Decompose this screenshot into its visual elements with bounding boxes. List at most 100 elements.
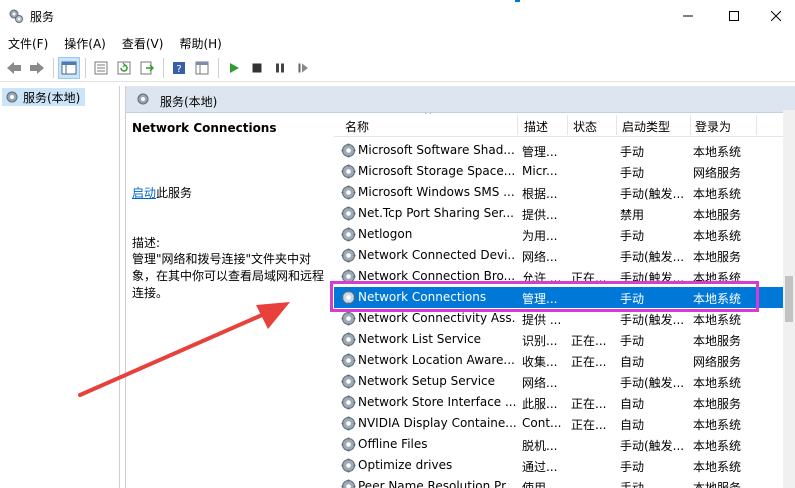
column-divider[interactable] bbox=[616, 115, 617, 135]
sort-ascending-icon: ^ bbox=[424, 113, 433, 121]
column-header-startup-type[interactable]: 启动类型 bbox=[622, 118, 670, 135]
title-bar[interactable]: 服务 bbox=[0, 0, 795, 32]
table-row[interactable]: Network Store Interface ... 此服... 正在... 自动 本… bbox=[334, 392, 795, 413]
refresh-button[interactable] bbox=[113, 57, 135, 79]
selected-service-title: Network Connections bbox=[132, 121, 277, 135]
service-log-on-as: 本地系统 bbox=[693, 292, 742, 306]
table-row[interactable]: Microsoft Software Shad... 管理... 手动 本地系统 bbox=[334, 140, 795, 161]
service-description: 允许 ... bbox=[522, 271, 562, 285]
service-log-on-as: 本地系统 bbox=[693, 313, 742, 327]
service-description: 网络... bbox=[522, 376, 558, 390]
console-tree-icon bbox=[61, 61, 77, 75]
service-description: 根据... bbox=[522, 187, 558, 201]
console-tree: 服务(本地) bbox=[0, 86, 120, 488]
services-gear-icon bbox=[137, 93, 149, 105]
maximize-button[interactable] bbox=[711, 0, 757, 32]
service-gear-icon bbox=[341, 206, 356, 221]
table-row[interactable]: Network Setup Service 网络... 手动(触发... 本地系统 bbox=[334, 371, 795, 392]
service-name: Network Setup Service bbox=[358, 374, 496, 388]
export-button[interactable] bbox=[136, 57, 158, 79]
menu-help[interactable]: 帮助(H) bbox=[171, 35, 229, 52]
service-status: 正在... bbox=[571, 271, 607, 285]
resume-service-button[interactable] bbox=[292, 57, 314, 79]
vertical-scrollbar[interactable] bbox=[783, 110, 795, 488]
service-log-on-as: 本地系统 bbox=[693, 376, 742, 390]
services-gear-icon bbox=[6, 91, 18, 103]
view-button[interactable] bbox=[191, 57, 213, 79]
service-gear-icon bbox=[341, 458, 356, 473]
menu-file[interactable]: 文件(F) bbox=[0, 35, 56, 52]
service-description: 此服... bbox=[522, 397, 558, 411]
service-description: 网络... bbox=[522, 250, 558, 264]
column-headers: ^ 名称 描述 状态 启动类型 登录为 bbox=[334, 113, 795, 137]
service-startup-type: 自动 bbox=[620, 355, 645, 369]
properties-button[interactable] bbox=[90, 57, 112, 79]
forward-button[interactable] bbox=[26, 57, 48, 79]
service-description: 识别... bbox=[522, 334, 558, 348]
service-gear-icon bbox=[341, 416, 356, 431]
service-name: Network Connectivity Ass... bbox=[358, 311, 516, 325]
table-row[interactable]: Net.Tcp Port Sharing Ser... 提供... 禁用 本地服务 bbox=[334, 203, 795, 224]
service-gear-icon bbox=[341, 437, 356, 452]
service-log-on-as: 本地系统 bbox=[693, 439, 742, 453]
service-gear-icon bbox=[341, 311, 356, 326]
pause-service-icon bbox=[276, 63, 284, 73]
service-startup-type: 手动 bbox=[620, 229, 645, 243]
table-row[interactable]: Network List Service 识别... 正在... 手动 本地服务 bbox=[334, 329, 795, 350]
table-row[interactable]: Microsoft Storage Space... Micr... 手动 网络服务 bbox=[334, 161, 795, 182]
service-description: Micr... bbox=[522, 164, 558, 178]
pause-service-button[interactable] bbox=[269, 57, 291, 79]
services-gear-icon bbox=[9, 9, 23, 23]
service-log-on-as: 本地服务 bbox=[693, 397, 742, 411]
service-description: 管理... bbox=[522, 292, 558, 306]
column-header-name[interactable]: 名称 bbox=[345, 118, 369, 135]
minimize-icon bbox=[683, 15, 693, 17]
svg-text:?: ? bbox=[176, 64, 181, 75]
minimize-button[interactable] bbox=[665, 0, 711, 32]
column-divider[interactable] bbox=[756, 115, 757, 135]
start-service-button[interactable] bbox=[223, 57, 245, 79]
service-name: Net.Tcp Port Sharing Ser... bbox=[358, 206, 514, 220]
table-row[interactable]: Microsoft Windows SMS ... 根据... 手动(触发... 本地… bbox=[334, 182, 795, 203]
column-header-log-on-as[interactable]: 登录为 bbox=[695, 118, 731, 135]
table-row[interactable]: Network Connection Bro... 允许 ... 正在... 手动(触… bbox=[334, 266, 795, 287]
service-name: Microsoft Windows SMS ... bbox=[358, 185, 515, 199]
service-gear-icon bbox=[341, 479, 356, 488]
table-row[interactable]: Network Location Aware... 收集... 正在... 自动 网络服… bbox=[334, 350, 795, 371]
service-description: 使用... bbox=[522, 481, 558, 488]
column-divider[interactable] bbox=[690, 115, 691, 135]
service-name: Microsoft Storage Space... bbox=[358, 164, 516, 178]
help-button[interactable]: ? bbox=[168, 57, 190, 79]
service-startup-type: 手动(触发... bbox=[620, 313, 685, 327]
table-row[interactable]: Network Connections 管理... 手动 本地系统 bbox=[334, 287, 795, 308]
table-row[interactable]: Network Connected Devi... 网络... 手动(触发... 本地… bbox=[334, 245, 795, 266]
table-row[interactable]: Network Connectivity Ass... 提供 ... 手动(触发..… bbox=[334, 308, 795, 329]
scrollbar-thumb[interactable] bbox=[785, 276, 793, 322]
column-header-description[interactable]: 描述 bbox=[524, 118, 548, 135]
close-icon bbox=[771, 11, 781, 21]
view-icon bbox=[195, 61, 209, 75]
menu-view[interactable]: 查看(V) bbox=[114, 35, 172, 52]
title-accent bbox=[515, 0, 520, 2]
console-tree-button[interactable] bbox=[58, 57, 80, 79]
stop-service-icon bbox=[252, 63, 262, 73]
tree-node-services-local[interactable]: 服务(本地) bbox=[2, 88, 86, 106]
close-button[interactable] bbox=[757, 0, 795, 32]
column-divider[interactable] bbox=[517, 115, 518, 135]
service-log-on-as: 本地系统 bbox=[693, 418, 742, 432]
column-divider[interactable] bbox=[567, 115, 568, 135]
content-header: 服务(本地) bbox=[126, 86, 795, 113]
stop-service-button[interactable] bbox=[246, 57, 268, 79]
table-row[interactable]: Optimize drives 通过... 手动 本地系统 bbox=[334, 455, 795, 476]
start-service-link[interactable]: 启动 bbox=[132, 186, 156, 200]
column-header-status[interactable]: 状态 bbox=[573, 118, 597, 135]
back-button[interactable] bbox=[3, 57, 25, 79]
table-row[interactable]: NVIDIA Display Containe... Cont... 正在... 自动… bbox=[334, 413, 795, 434]
menu-action[interactable]: 操作(A) bbox=[56, 35, 114, 52]
service-gear-icon bbox=[341, 395, 356, 410]
table-row[interactable]: Offline Files 脱机... 手动(触发... 本地系统 bbox=[334, 434, 795, 455]
table-row[interactable]: Netlogon 为用... 手动 本地系统 bbox=[334, 224, 795, 245]
services-list: ^ 名称 描述 状态 启动类型 登录为 Microsoft Software S… bbox=[334, 113, 795, 488]
table-row[interactable]: Peer Name Resolution Pr... 使用... 手动 本地服务 bbox=[334, 476, 795, 488]
service-log-on-as: 本地系统 bbox=[693, 460, 742, 474]
